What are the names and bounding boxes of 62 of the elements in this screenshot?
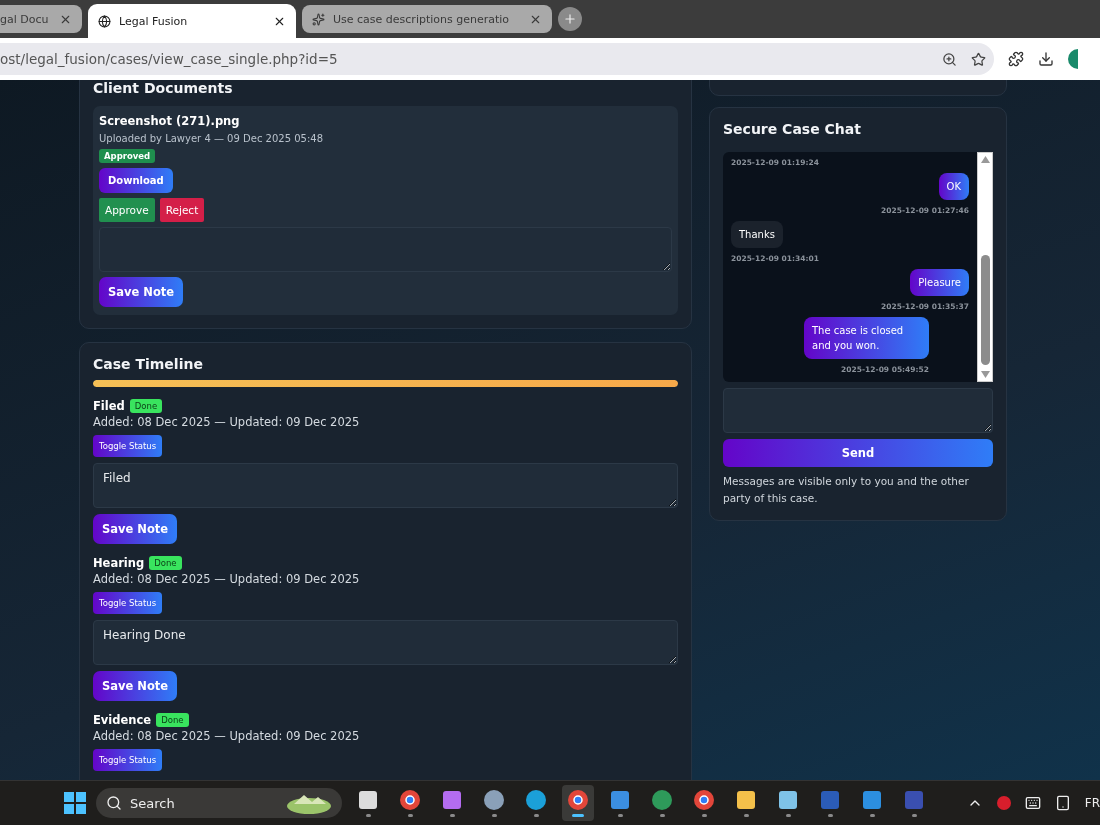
landscape-icon	[286, 792, 332, 814]
scrollbar[interactable]	[977, 152, 993, 382]
plus-icon	[563, 12, 577, 26]
toggle-status-button[interactable]: Toggle Status	[93, 749, 163, 771]
message-bubble: The case is closed and you won.	[804, 317, 929, 359]
send-button[interactable]: Send	[723, 439, 993, 467]
search-icon	[106, 795, 122, 811]
privacy-note: Messages are visible only to you and the other party of this case.	[723, 474, 970, 506]
stage-name: Evidence	[93, 713, 152, 727]
up-arrow-icon[interactable]	[980, 156, 990, 163]
circle-logo-icon	[399, 789, 421, 811]
section-title: Client Documents	[93, 80, 234, 96]
circle-logo-icon	[567, 789, 589, 811]
profile-icon[interactable]	[1068, 49, 1078, 69]
down-arrow-icon[interactable]	[980, 371, 990, 378]
download-icon[interactable]	[1038, 51, 1054, 67]
save-note-button[interactable]: Save Note	[93, 514, 178, 544]
file-name: Screenshot (271).png	[99, 114, 240, 128]
browser-tab[interactable]: gal Docu	[0, 5, 82, 33]
section-title: Case Timeline	[93, 356, 204, 372]
star-icon[interactable]	[971, 51, 986, 67]
status-badge: Approved	[99, 149, 156, 163]
section-title: Secure Case Chat	[723, 121, 862, 137]
windows-logo-icon[interactable]	[64, 792, 86, 814]
taskbar-app[interactable]	[562, 785, 594, 821]
upload-info: Uploaded by Lawyer 4 — 09 Dec 2025 05:48	[99, 133, 323, 144]
language-indicator[interactable]: FR	[1084, 796, 1100, 810]
browser-tab[interactable]: Legal Fusion	[88, 4, 296, 38]
search-field[interactable]: Search	[96, 788, 342, 818]
keyboard-icon[interactable]	[1024, 795, 1041, 811]
stage-dates: Added: 08 Dec 2025 — Updated: 09 Dec 2025	[93, 729, 360, 743]
message-field[interactable]	[723, 388, 993, 433]
note-field[interactable]	[99, 227, 672, 272]
note-field[interactable]: Filed	[93, 463, 678, 508]
status-badge: Done	[156, 713, 189, 727]
browser-tab[interactable]: Use case descriptions generatio	[302, 5, 552, 33]
reject-button[interactable]: Reject	[159, 198, 205, 222]
scroll-thumb[interactable]	[980, 255, 990, 365]
save-note-button[interactable]: Save Note	[93, 671, 178, 701]
download-button[interactable]: Download	[99, 168, 173, 193]
message-bubble: Pleasure	[910, 269, 969, 296]
toggle-status-button[interactable]: Toggle Status	[93, 435, 163, 457]
spark-icon	[312, 12, 325, 26]
zoom-icon[interactable]	[942, 51, 957, 67]
message-bubble: Thanks	[731, 221, 783, 248]
new-tab-button[interactable]	[558, 7, 582, 31]
stage-name: Filed	[93, 399, 125, 413]
stage-name: Hearing	[93, 556, 145, 570]
puzzle-icon[interactable]	[1008, 51, 1024, 67]
status-badge: Done	[149, 556, 182, 570]
tablet-icon[interactable]	[1054, 795, 1071, 811]
stage-dates: Added: 08 Dec 2025 — Updated: 09 Dec 2025	[93, 572, 360, 586]
note-field[interactable]: Hearing Done	[93, 620, 678, 665]
address-bar[interactable]: ost/legal_fusion/cases/view_case_single.php?id=5	[0, 43, 994, 75]
status-badge: Done	[129, 399, 163, 413]
globe-icon	[98, 14, 111, 28]
toggle-status-button[interactable]: Toggle Status	[93, 592, 163, 614]
circle-logo-icon	[693, 789, 715, 811]
message-bubble: OK	[938, 173, 969, 200]
approve-button[interactable]: Approve	[99, 198, 155, 222]
stage-dates: Added: 08 Dec 2025 — Updated: 09 Dec 2025	[93, 415, 360, 429]
save-note-button[interactable]: Save Note	[99, 277, 184, 307]
